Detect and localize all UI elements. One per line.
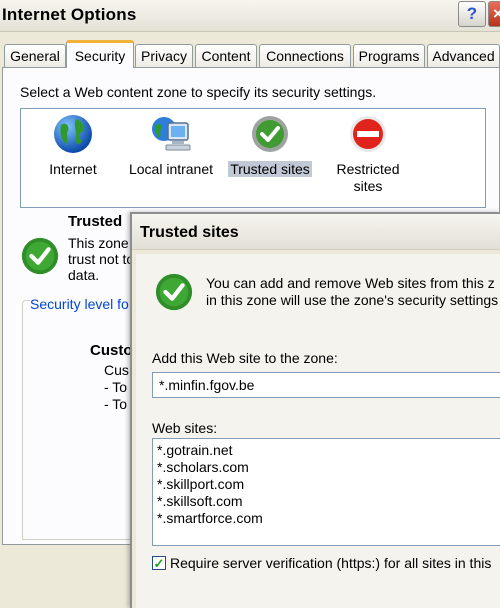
require-verification-label[interactable]: Require server verification (https:) for… (170, 555, 491, 571)
tab-programs[interactable]: Programs (353, 44, 425, 67)
tab-label: Privacy (141, 48, 187, 64)
zone-internet[interactable]: Internet (43, 113, 103, 178)
desc-line: data. (68, 267, 100, 283)
website-item[interactable]: *.skillport.com (157, 476, 496, 493)
custom-line: Cus (104, 362, 129, 378)
selected-zone-description: This zone trust not to data. (68, 235, 132, 283)
dialog-check-icon (155, 273, 193, 311)
zone-label-line2: sites (353, 178, 383, 194)
custom-line: - To (104, 396, 128, 412)
add-site-input[interactable]: *.minfin.fgov.be (152, 372, 500, 398)
tab-label: General (10, 48, 60, 64)
tab-strip: General Security Privacy Content Connect… (0, 40, 500, 68)
tab-label: Security (74, 47, 126, 64)
tab-label: Content (201, 48, 251, 64)
zone-label-line1: Restricted (336, 161, 400, 177)
custom-line: - To (104, 379, 128, 395)
tab-label: Connections (266, 48, 344, 64)
tab-label: Advanced (432, 48, 495, 64)
help-icon: ? (466, 4, 478, 23)
security-level-group (22, 300, 134, 540)
tab-connections[interactable]: Connections (259, 44, 351, 67)
dialog-title-bar: Trusted sites (132, 214, 500, 250)
tab-general[interactable]: General (4, 44, 66, 67)
tab-advanced[interactable]: Advanced (427, 44, 500, 67)
close-icon: × (493, 4, 500, 23)
green-check-icon (252, 116, 288, 152)
desc-line: This zone (68, 235, 129, 251)
zone-label: Local intranet (128, 161, 214, 177)
restricted-icon (350, 116, 386, 152)
tab-security[interactable]: Security (66, 40, 134, 68)
website-item[interactable]: *.skillsoft.com (157, 493, 496, 510)
info-line: in this zone will use the zone's securit… (206, 292, 499, 308)
desc-line: trust not to (68, 251, 132, 267)
require-verification-row: ✓ Require server verification (https:) f… (152, 555, 491, 571)
website-item[interactable]: *.scholars.com (157, 459, 496, 476)
zone-restricted-sites[interactable]: Restricted sites (331, 113, 405, 195)
globe-icon (54, 115, 92, 153)
title-bar: Internet Options ? × (0, 0, 500, 32)
website-item[interactable]: *.gotrain.net (157, 442, 496, 459)
zone-label: Trusted sites (228, 161, 312, 177)
require-verification-checkbox[interactable]: ✓ (152, 556, 166, 570)
add-site-label: Add this Web site to the zone: (152, 350, 338, 366)
help-button[interactable]: ? (458, 1, 486, 27)
checkmark-icon: ✓ (153, 555, 165, 571)
zone-label: Internet (49, 161, 97, 177)
zone-trusted-sites[interactable]: Trusted sites (227, 113, 313, 178)
tab-label: Programs (358, 48, 420, 64)
trusted-zone-check-icon (21, 237, 59, 275)
custom-level-title: Custo (90, 342, 133, 359)
websites-list[interactable]: *.gotrain.net *.scholars.com *.skillport… (152, 438, 500, 546)
close-button[interactable]: × (488, 1, 500, 27)
window-title: Internet Options (2, 5, 137, 24)
tab-privacy[interactable]: Privacy (135, 44, 193, 67)
websites-label: Web sites: (152, 420, 218, 436)
bottom-strip (0, 545, 130, 608)
website-item[interactable]: *.smartforce.com (157, 510, 496, 527)
info-line: You can add and remove Web sites from th… (206, 275, 495, 291)
computer-globe-icon (152, 117, 191, 151)
zone-instruction: Select a Web content zone to specify its… (20, 84, 377, 100)
tab-content[interactable]: Content (195, 44, 257, 67)
zone-local-intranet[interactable]: Local intranet (125, 113, 217, 178)
dialog-info-text: You can add and remove Web sites from th… (206, 275, 498, 309)
selected-zone-heading: Trusted (68, 213, 123, 230)
zone-list: Internet Local intranet Trusted sites Re… (20, 108, 486, 208)
custom-level-lines: Cus - To - To (104, 362, 129, 413)
dialog-title: Trusted sites (140, 224, 239, 241)
security-level-label: Security level fo (30, 296, 132, 312)
